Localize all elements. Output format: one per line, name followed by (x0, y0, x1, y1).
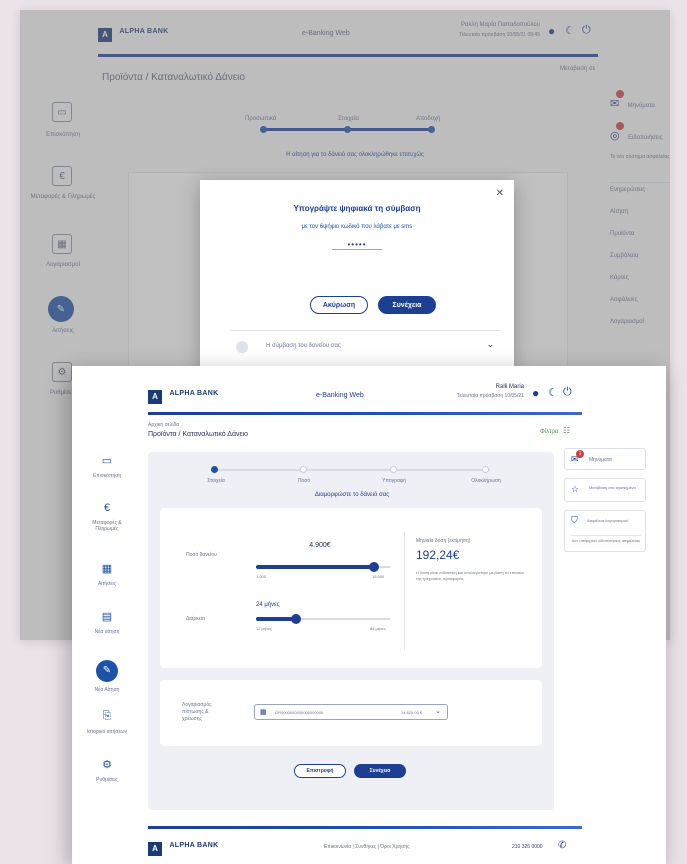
right-messages-card[interactable]: ✉ 1 Μηνύματα (564, 448, 646, 470)
phone-icon[interactable]: ✆ (558, 840, 566, 851)
duration-slider-handle[interactable] (291, 614, 301, 624)
installment-note: Η δόση είναι ενδεικτική και υπολογίστηκε… (416, 570, 525, 581)
front-brand-logo: A ALPHA BANK (148, 386, 218, 404)
next-button[interactable]: Συνέχεια (354, 764, 406, 778)
step-track (214, 469, 490, 471)
installment-label: Μηνιαία δόση (εκτίμηση) (416, 538, 471, 544)
filter-button[interactable]: Φίλτρα ☷ (540, 426, 570, 435)
duration-slider-fill (256, 617, 296, 621)
form-icon: ▤ (101, 611, 113, 623)
account-number: GR0000000000000000000 (275, 710, 324, 715)
footer-divider (148, 826, 582, 829)
chevron-down-icon: ⌄ (486, 339, 494, 349)
transfer-icon: € (103, 502, 111, 514)
right-favorites-card[interactable]: ☆ Μετάβαση στα αγαπημένα (564, 478, 646, 502)
loan-config-card: Ποσό δανείου 4.900€ 1.000 15.000 Διάρκει… (160, 508, 542, 668)
sidebar-item-new-application[interactable]: ✎ Νέα Αίτηση (72, 660, 142, 710)
amount-min: 1.000 (256, 574, 267, 579)
step-title: Διαμορφώστε το δάνειό σας (314, 492, 390, 498)
front-power-icon[interactable]: ⏻ (563, 386, 572, 399)
step-label-4: Ολοκλήρωση (471, 478, 501, 484)
security-label: Ασφάλεια λογαριασμού (587, 518, 629, 523)
front-screen: A ALPHA BANK e-Banking Web Ralli Maria Τ… (72, 366, 666, 864)
favorites-label: Μετάβαση στα αγαπημένα (589, 485, 636, 490)
footer-links[interactable]: Επικοινωνία | Συνθήκες | Όροι Χρήσης (324, 844, 410, 850)
footer-logo: A ALPHA BANK (148, 838, 218, 856)
back-button[interactable]: Επιστροφή (294, 764, 346, 778)
amount-value: 4.900€ (309, 542, 331, 549)
front-header-divider (148, 412, 582, 415)
duration-min: 12 μήνες (256, 626, 272, 631)
account-balance: 14.820,00 € (401, 710, 423, 715)
step-dot-1[interactable] (211, 466, 218, 473)
modal-confirm-button[interactable]: Συνέχεια (378, 296, 436, 314)
sliders-icon: ☷ (563, 426, 571, 435)
duration-max: 84 μήνες (370, 626, 386, 631)
modal-title: Υπογράψτε ψηφιακά τη σύμβαση (293, 204, 421, 213)
sidebar-item-applications[interactable]: ▦ Αιτήσεις (72, 562, 142, 610)
amount-max: 15.000 (372, 574, 385, 579)
chevron-down-icon: ⌄ (435, 708, 441, 715)
step-dot-4[interactable] (482, 466, 489, 473)
right-security-card[interactable]: ⛉ Ασφάλεια λογαριασμού Δεν υπάρχουν ειδο… (564, 510, 646, 552)
signature-modal: ✕ Υπογράψτε ψηφιακά τη σύμβαση με τον 6ψ… (200, 180, 514, 370)
step-label-3: Υπογραφή (382, 478, 406, 484)
contract-accordion[interactable]: Η σύμβαση του δανείου σας ⌄ (230, 330, 500, 358)
modal-subtitle: με τον 6ψήφιο κωδικό που λάβατε με sms (301, 224, 413, 230)
account-card: Λογαριασμός πίστωσης & χρέωσης ▦ GR00000… (160, 680, 542, 746)
front-header-title: e-Banking Web (316, 392, 364, 399)
shield-icon: ⛉ (571, 515, 578, 525)
front-moon-icon[interactable]: ☾ (548, 386, 558, 399)
step-label-2: Ποσό (297, 478, 311, 484)
front-sidebar: ▭ Επισκόπηση € Μεταφορές & Πληρωμές ▦ Αι… (72, 454, 142, 802)
modal-cancel-button[interactable]: Ακύρωση (310, 296, 368, 314)
document-icon (236, 341, 248, 353)
close-icon[interactable]: ✕ (496, 188, 504, 199)
security-note: Δεν υπάρχουν ειδοποιήσεις ασφαλείας (571, 535, 641, 544)
amount-slider-handle[interactable] (369, 562, 379, 572)
front-breadcrumb-small[interactable]: Αρχική σελίδα (148, 422, 179, 428)
front-breadcrumb: Προϊόντα / Καταναλωτικό Δάνειο (148, 431, 249, 438)
amount-label: Ποσό δανείου (186, 552, 217, 558)
messages-label: Μηνύματα (589, 457, 612, 463)
sidebar-item-overview[interactable]: ▭ Επισκόπηση (72, 454, 142, 502)
otp-code-input[interactable]: ••••• (332, 240, 382, 250)
account-select[interactable]: ▦ GR0000000000000000000 14.820,00 € ⌄ (254, 704, 448, 720)
front-user-name: Ralli Maria (495, 384, 524, 390)
step-dot-2[interactable] (300, 466, 307, 473)
step-label-1: Στοιχεία (207, 478, 225, 484)
account-label: Λογαριασμός πίστωσης & χρέωσης (182, 702, 212, 722)
monitor-icon: ▭ (101, 455, 113, 467)
sidebar-item-history[interactable]: ⎘ Ιστορικό αιτήσεων (72, 710, 142, 758)
card-divider (404, 532, 405, 650)
gear-icon: ⚙ (102, 759, 112, 771)
document-edit-icon: ✎ (96, 660, 118, 682)
sidebar-item-new-form[interactable]: ▤ Νέα αίτηση (72, 610, 142, 660)
front-user-sub: Τελευταία πρόσβαση 10/05/21 (456, 393, 524, 399)
filter-label: Φίλτρα (540, 429, 559, 435)
card-icon: ▦ (260, 709, 267, 716)
star-icon: ☆ (571, 484, 580, 494)
accordion-label: Η σύμβαση του δανείου σας (266, 343, 341, 349)
footer-phone: 210 326 0000 (512, 844, 543, 850)
calendar-icon: ▦ (101, 563, 113, 575)
sidebar-item-transfers[interactable]: € Μεταφορές & Πληρωμές (72, 502, 142, 562)
step-dot-3[interactable] (390, 466, 397, 473)
installment-value: 192,24€ (416, 548, 460, 562)
duration-label: Διάρκεια (186, 616, 205, 622)
front-user-icon[interactable]: ● (532, 386, 539, 400)
history-icon: ⎘ (102, 710, 112, 722)
messages-badge: 1 (576, 450, 584, 458)
duration-value: 24 μήνες (256, 602, 280, 608)
sidebar-item-settings[interactable]: ⚙ Ρυθμίσεις (72, 758, 142, 802)
amount-slider-fill (256, 565, 374, 569)
